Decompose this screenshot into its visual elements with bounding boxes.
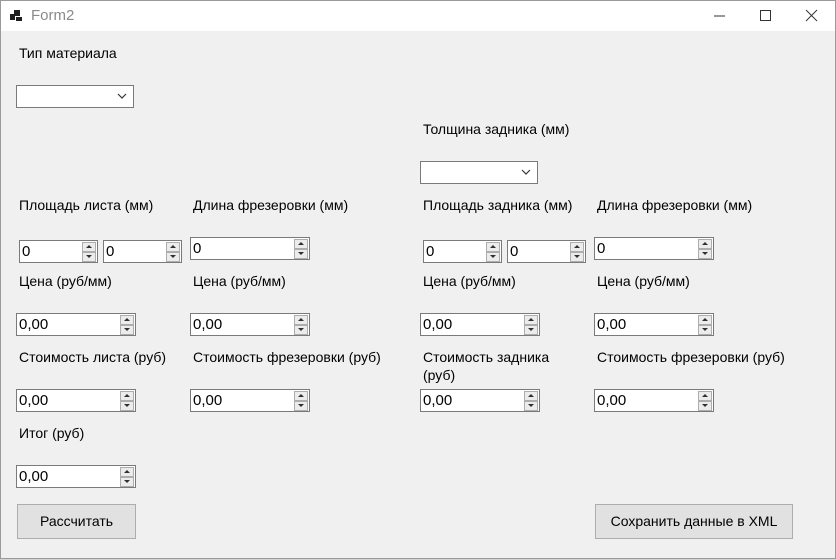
- spin-up-button[interactable]: [570, 242, 584, 252]
- spin-up-button[interactable]: [294, 239, 308, 249]
- price-milling-left-stepper[interactable]: 0,00: [190, 313, 310, 336]
- spin-down-button[interactable]: [120, 401, 134, 411]
- spin-up-button[interactable]: [524, 315, 538, 325]
- milling-cost-left-stepper[interactable]: 0,00: [190, 389, 310, 412]
- spin-up-button[interactable]: [120, 391, 134, 401]
- price-sheet-label: Цена (руб/мм): [19, 273, 112, 289]
- back-width-stepper[interactable]: 0: [423, 240, 502, 263]
- back-area-label: Площадь задника (мм): [423, 197, 573, 213]
- sheet-cost-stepper[interactable]: 0,00: [16, 389, 136, 412]
- window-title: Form2: [31, 7, 75, 24]
- spin-down-button[interactable]: [82, 252, 96, 262]
- calculate-button[interactable]: Рассчитать: [17, 504, 136, 539]
- sheet-width-stepper[interactable]: 0: [19, 240, 98, 263]
- back-thickness-combobox[interactable]: [420, 161, 538, 184]
- chevron-down-icon: [117, 93, 127, 99]
- app-icon: [10, 10, 22, 22]
- back-thickness-label: Толщина задника (мм): [423, 121, 570, 137]
- spin-up-button[interactable]: [82, 242, 96, 252]
- spin-up-button[interactable]: [166, 242, 180, 252]
- maximize-button[interactable]: [743, 1, 789, 31]
- milling-length-left-label: Длина фрезеровки (мм): [193, 197, 349, 213]
- milling-cost-right-label: Стоимость фрезеровки (руб): [597, 349, 785, 365]
- spin-up-button[interactable]: [120, 467, 134, 477]
- back-cost-value: 0,00: [423, 392, 453, 409]
- price-milling-left-label: Цена (руб/мм): [193, 273, 286, 289]
- price-back-value: 0,00: [423, 316, 453, 333]
- sheet-height-value: 0: [106, 243, 115, 260]
- spin-down-button[interactable]: [120, 477, 134, 487]
- save-xml-button[interactable]: Сохранить данные в XML: [595, 504, 793, 539]
- spin-up-button[interactable]: [294, 391, 308, 401]
- total-value: 0,00: [19, 468, 49, 485]
- spin-down-button[interactable]: [294, 401, 308, 411]
- minimize-button[interactable]: [697, 1, 743, 31]
- spin-up-button[interactable]: [120, 315, 134, 325]
- spin-down-button[interactable]: [524, 401, 538, 411]
- spin-up-button[interactable]: [486, 242, 500, 252]
- price-milling-right-stepper[interactable]: 0,00: [594, 313, 714, 336]
- milling-length-right-label: Длина фрезеровки (мм): [597, 197, 753, 213]
- chevron-down-icon: [521, 169, 531, 175]
- price-sheet-value: 0,00: [19, 316, 49, 333]
- back-cost-label-line1: Стоимость задника: [423, 349, 550, 365]
- close-icon: [805, 9, 818, 22]
- back-width-value: 0: [426, 243, 435, 260]
- spin-down-button[interactable]: [486, 252, 500, 262]
- spin-down-button[interactable]: [698, 325, 712, 335]
- title-bar[interactable]: Form2: [1, 1, 835, 31]
- spin-up-button[interactable]: [698, 315, 712, 325]
- total-label: Итог (руб): [19, 425, 85, 441]
- milling-length-left-value: 0: [193, 240, 202, 257]
- spin-up-button[interactable]: [294, 315, 308, 325]
- material-type-combobox[interactable]: [16, 85, 134, 108]
- price-milling-right-label: Цена (руб/мм): [597, 273, 690, 289]
- milling-cost-left-value: 0,00: [193, 392, 223, 409]
- price-milling-right-value: 0,00: [597, 316, 627, 333]
- close-button[interactable]: [789, 1, 835, 31]
- total-stepper[interactable]: 0,00: [16, 465, 136, 488]
- spin-down-button[interactable]: [294, 249, 308, 259]
- material-type-label: Тип материала: [19, 45, 117, 61]
- milling-cost-right-stepper[interactable]: 0,00: [594, 389, 714, 412]
- spin-down-button[interactable]: [698, 401, 712, 411]
- spin-down-button[interactable]: [294, 325, 308, 335]
- spin-down-button[interactable]: [570, 252, 584, 262]
- back-height-stepper[interactable]: 0: [507, 240, 586, 263]
- spin-up-button[interactable]: [698, 391, 712, 401]
- spin-down-button[interactable]: [524, 325, 538, 335]
- maximize-icon: [760, 10, 771, 21]
- milling-length-left-stepper[interactable]: 0: [190, 237, 310, 260]
- back-cost-label-line2: (руб): [423, 367, 456, 383]
- milling-cost-right-value: 0,00: [597, 392, 627, 409]
- spin-up-button[interactable]: [698, 239, 712, 249]
- sheet-width-value: 0: [22, 243, 31, 260]
- sheet-cost-value: 0,00: [19, 392, 49, 409]
- price-milling-left-value: 0,00: [193, 316, 223, 333]
- spin-down-button[interactable]: [166, 252, 180, 262]
- spin-down-button[interactable]: [120, 325, 134, 335]
- sheet-cost-label: Стоимость листа (руб): [19, 349, 167, 365]
- milling-cost-left-label: Стоимость фрезеровки (руб): [193, 349, 381, 365]
- back-height-value: 0: [510, 243, 519, 260]
- spin-down-button[interactable]: [698, 249, 712, 259]
- sheet-height-stepper[interactable]: 0: [103, 240, 182, 263]
- form2-window: Form2 Тип материала Толщина задника (мм)…: [0, 0, 836, 559]
- price-back-label: Цена (руб/мм): [423, 273, 516, 289]
- back-cost-stepper[interactable]: 0,00: [420, 389, 540, 412]
- sheet-area-label: Площадь листа (мм): [19, 197, 154, 213]
- price-back-stepper[interactable]: 0,00: [420, 313, 540, 336]
- spin-up-button[interactable]: [524, 391, 538, 401]
- milling-length-right-stepper[interactable]: 0: [594, 237, 714, 260]
- milling-length-right-value: 0: [597, 240, 606, 257]
- minimize-icon: [714, 15, 725, 17]
- price-sheet-stepper[interactable]: 0,00: [16, 313, 136, 336]
